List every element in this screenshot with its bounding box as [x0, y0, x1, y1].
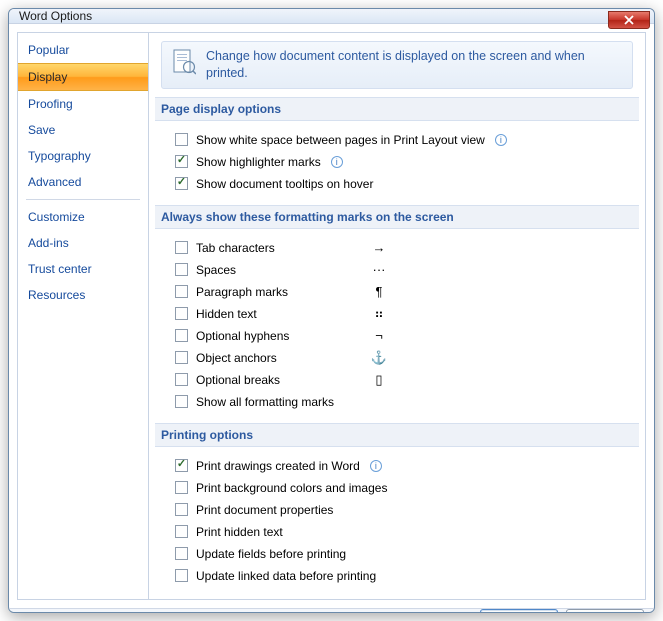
option-row: Print hidden text — [175, 521, 633, 543]
checkbox-label: Optional breaks — [196, 371, 361, 389]
option-row: Hidden text ⠶ — [175, 303, 633, 325]
checkbox-label: Update fields before printing — [196, 545, 346, 563]
checkbox-label: Show white space between pages in Print … — [196, 131, 485, 149]
formatting-mark-symbol: → — [369, 239, 389, 257]
section-header-printing: Printing options — [155, 423, 639, 447]
info-icon[interactable]: i — [370, 460, 382, 472]
sidebar-item-customize[interactable]: Customize — [18, 204, 148, 230]
checkbox-label: Print drawings created in Word — [196, 457, 360, 475]
checkbox[interactable] — [175, 307, 188, 320]
option-row: Show all formatting marks — [175, 391, 633, 413]
formatting-mark-symbol: ¬ — [369, 327, 389, 345]
checkbox[interactable] — [175, 459, 188, 472]
option-row: Optional hyphens ¬ — [175, 325, 633, 347]
formatting-mark-symbol: ⠶ — [369, 305, 389, 323]
close-button[interactable] — [608, 11, 650, 29]
option-row: Print drawings created in Word i — [175, 455, 633, 477]
checkbox-label: Show highlighter marks — [196, 153, 321, 171]
sidebar-item-display[interactable]: Display — [18, 63, 148, 91]
checkbox[interactable] — [175, 285, 188, 298]
checkbox-label: Optional hyphens — [196, 327, 361, 345]
checkbox[interactable] — [175, 373, 188, 386]
option-row: Update fields before printing — [175, 543, 633, 565]
checkbox[interactable] — [175, 395, 188, 408]
sidebar-item-advanced[interactable]: Advanced — [18, 169, 148, 195]
sidebar: PopularDisplayProofingSaveTypographyAdva… — [17, 32, 149, 600]
info-icon[interactable]: i — [495, 134, 507, 146]
sidebar-separator — [26, 199, 140, 200]
checkbox-label: Print hidden text — [196, 523, 283, 541]
section-header-page-display: Page display options — [155, 97, 639, 121]
footer: OK Cancel — [9, 608, 654, 613]
banner-text: Change how document content is displayed… — [206, 48, 622, 82]
option-row: Print background colors and images — [175, 477, 633, 499]
checkbox[interactable] — [175, 263, 188, 276]
checkbox[interactable] — [175, 329, 188, 342]
sidebar-item-popular[interactable]: Popular — [18, 37, 148, 63]
option-row: Show highlighter marks i — [175, 151, 633, 173]
cancel-button[interactable]: Cancel — [566, 609, 644, 613]
option-row: Paragraph marks ¶ — [175, 281, 633, 303]
section-page-display: Show white space between pages in Print … — [175, 129, 633, 195]
checkbox[interactable] — [175, 351, 188, 364]
window-title: Word Options — [19, 9, 92, 23]
checkbox[interactable] — [175, 547, 188, 560]
sidebar-item-save[interactable]: Save — [18, 117, 148, 143]
checkbox[interactable] — [175, 155, 188, 168]
sidebar-item-proofing[interactable]: Proofing — [18, 91, 148, 117]
checkbox-label: Show document tooltips on hover — [196, 175, 373, 193]
ok-button[interactable]: OK — [480, 609, 558, 613]
close-icon — [624, 15, 634, 25]
banner: Change how document content is displayed… — [161, 41, 633, 89]
titlebar: Word Options — [9, 9, 654, 24]
checkbox[interactable] — [175, 241, 188, 254]
option-row: Show document tooltips on hover — [175, 173, 633, 195]
checkbox-label: Hidden text — [196, 305, 361, 323]
formatting-mark-symbol: ··· — [369, 261, 389, 279]
checkbox[interactable] — [175, 503, 188, 516]
sidebar-item-typography[interactable]: Typography — [18, 143, 148, 169]
sidebar-item-add-ins[interactable]: Add-ins — [18, 230, 148, 256]
checkbox-label: Print background colors and images — [196, 479, 387, 497]
formatting-mark-symbol: ¶ — [369, 283, 389, 301]
checkbox[interactable] — [175, 177, 188, 190]
checkbox[interactable] — [175, 569, 188, 582]
checkbox-label: Paragraph marks — [196, 283, 361, 301]
info-icon[interactable]: i — [331, 156, 343, 168]
document-icon — [172, 48, 196, 79]
checkbox-label: Update linked data before printing — [196, 567, 376, 585]
option-row: Optional breaks ▯ — [175, 369, 633, 391]
option-row: Spaces ··· — [175, 259, 633, 281]
option-row: Object anchors ⚓ — [175, 347, 633, 369]
sidebar-item-trust-center[interactable]: Trust center — [18, 256, 148, 282]
option-row: Update linked data before printing — [175, 565, 633, 587]
option-row: Show white space between pages in Print … — [175, 129, 633, 151]
window: Word Options PopularDisplayProofingSaveT… — [8, 8, 655, 613]
checkbox-label: Object anchors — [196, 349, 361, 367]
checkbox[interactable] — [175, 133, 188, 146]
checkbox-label: Show all formatting marks — [196, 393, 361, 411]
formatting-mark-symbol: ⚓ — [369, 349, 389, 367]
checkbox[interactable] — [175, 481, 188, 494]
sidebar-item-resources[interactable]: Resources — [18, 282, 148, 308]
checkbox-label: Print document properties — [196, 501, 333, 519]
option-row: Tab characters → — [175, 237, 633, 259]
content-panel: Change how document content is displayed… — [149, 32, 646, 600]
option-row: Print document properties — [175, 499, 633, 521]
section-printing: Print drawings created in Word i Print bac… — [175, 455, 633, 587]
section-header-formatting-marks: Always show these formatting marks on th… — [155, 205, 639, 229]
formatting-mark-symbol: ▯ — [369, 371, 389, 389]
checkbox-label: Spaces — [196, 261, 361, 279]
section-formatting-marks: Tab characters → Spaces ··· Paragraph marks ¶… — [175, 237, 633, 413]
checkbox-label: Tab characters — [196, 239, 361, 257]
dialog-body: PopularDisplayProofingSaveTypographyAdva… — [9, 24, 654, 608]
checkbox[interactable] — [175, 525, 188, 538]
